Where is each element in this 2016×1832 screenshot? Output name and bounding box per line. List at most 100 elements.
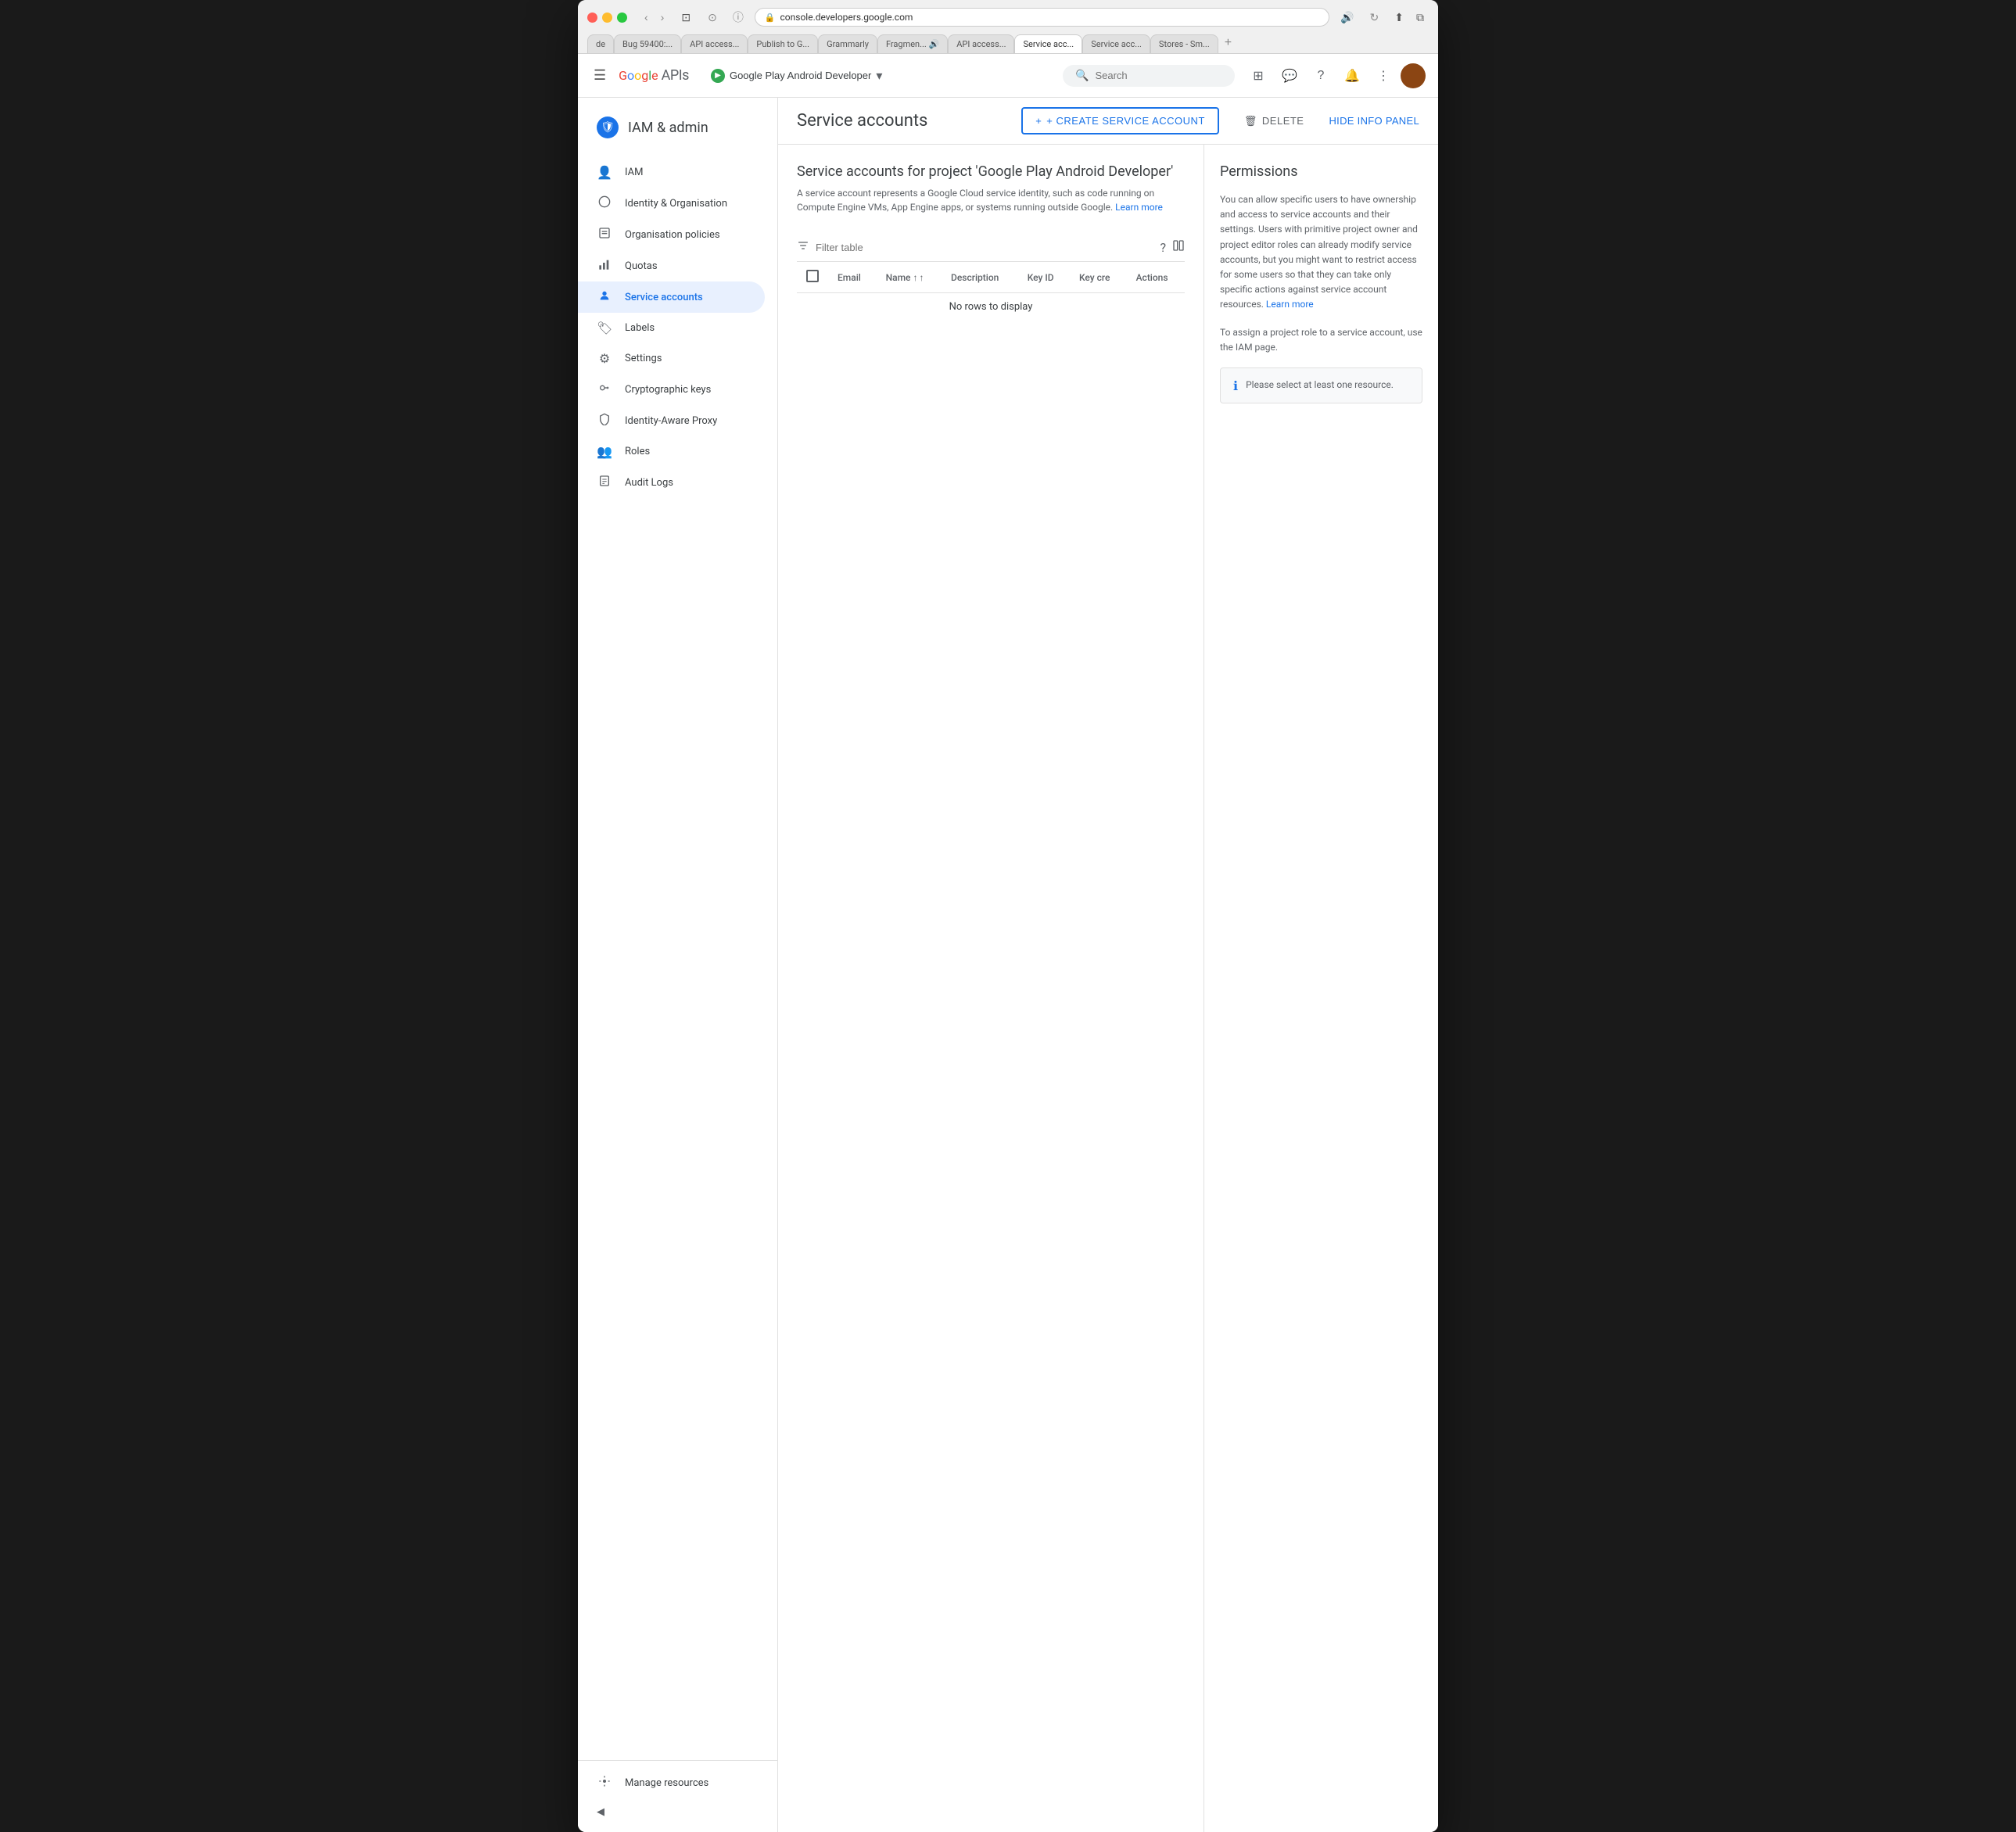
g-letter-yellow: o — [634, 68, 641, 83]
iam-icon: 👤 — [597, 165, 612, 180]
support-button[interactable]: 💬 — [1275, 62, 1304, 90]
labels-icon: 🏷 — [597, 321, 612, 335]
tab-service1[interactable]: Service acc... — [1014, 34, 1082, 53]
create-icon: + — [1035, 115, 1042, 127]
sidebar-item-roles[interactable]: 👥 Roles — [578, 436, 765, 467]
sidebar-item-label: Audit Logs — [625, 477, 673, 489]
service-accounts-icon — [597, 289, 612, 305]
sidebar-item-label: Manage resources — [625, 1777, 708, 1789]
manage-resources-icon — [597, 1775, 612, 1791]
new-tab-button[interactable]: ⧉ — [1412, 9, 1429, 26]
sidebar-item-iam[interactable]: 👤 IAM — [578, 157, 765, 188]
hamburger-menu-button[interactable]: ☰ — [590, 64, 609, 87]
browser-action-btns: ⬆ ⧉ — [1390, 9, 1429, 26]
close-button[interactable] — [587, 13, 597, 23]
tab-overview-button[interactable]: ⊡ — [675, 9, 697, 26]
sidebar-item-crypto-keys[interactable]: Cryptographic keys — [578, 374, 765, 405]
crypto-keys-icon — [597, 382, 612, 397]
filter-table-input[interactable] — [816, 242, 1153, 253]
browser-controls: ‹ › ⊡ ⊙ ⓘ 🔒 console.developers.google.co… — [587, 8, 1429, 27]
create-service-account-button[interactable]: + + CREATE SERVICE ACCOUNT — [1021, 107, 1219, 134]
browser-titlebar: ‹ › ⊡ ⊙ ⓘ 🔒 console.developers.google.co… — [578, 0, 1438, 54]
back-button[interactable]: ‹ — [640, 9, 653, 25]
sidebar-item-labels[interactable]: 🏷 Labels — [578, 313, 765, 343]
sidebar-item-label: Organisation policies — [625, 229, 720, 241]
sidebar-item-label: Cryptographic keys — [625, 384, 711, 396]
reload-page-button[interactable]: ⊙ — [703, 9, 722, 26]
th-checkbox — [797, 262, 828, 293]
org-policies-icon — [597, 227, 612, 242]
tab-grammarly[interactable]: Grammarly — [818, 34, 877, 53]
lock-icon: 🔒 — [765, 13, 776, 23]
refresh-button[interactable]: ↻ — [1365, 9, 1384, 26]
search-box: 🔍 — [1063, 65, 1235, 87]
sidebar-collapse-button[interactable]: ◀ — [578, 1798, 777, 1826]
permissions-panel: Permissions You can allow specific users… — [1204, 145, 1438, 1832]
g-letter-red2: g — [641, 68, 648, 83]
google-apis-logo[interactable]: Google APIs — [619, 67, 689, 84]
sidebar-item-manage-resources[interactable]: Manage resources — [578, 1767, 765, 1798]
sidebar-item-service-accounts[interactable]: Service accounts — [578, 281, 765, 313]
sidebar-item-quotas[interactable]: Quotas — [578, 250, 765, 281]
tab-publish[interactable]: Publish to G... — [748, 34, 818, 53]
project-selector-button[interactable]: ▶ Google Play Android Developer ▾ — [705, 65, 888, 87]
sidebar-title: IAM & admin — [628, 120, 708, 136]
share-button[interactable]: ⬆ — [1390, 9, 1408, 26]
create-label: + CREATE SERVICE ACCOUNT — [1046, 115, 1205, 127]
th-key-id: Key ID — [1018, 262, 1070, 293]
maximize-button[interactable] — [617, 13, 627, 23]
apis-text: APIs — [662, 67, 689, 84]
th-name: Name ↑ ↑ — [877, 262, 942, 293]
browser-window: ‹ › ⊡ ⊙ ⓘ 🔒 console.developers.google.co… — [578, 0, 1438, 1832]
sidebar-item-audit-logs[interactable]: Audit Logs — [578, 467, 765, 498]
hide-info-panel-button[interactable]: HIDE INFO PANEL — [1329, 115, 1419, 127]
forward-button[interactable]: › — [656, 9, 669, 25]
sidebar-item-identity-org[interactable]: Identity & Organisation — [578, 188, 765, 219]
name-sort[interactable]: Name ↑ ↑ — [886, 272, 932, 283]
info-button[interactable]: ⓘ — [728, 8, 748, 27]
select-all-checkbox[interactable] — [806, 270, 819, 282]
minimize-button[interactable] — [602, 13, 612, 23]
content-area: Service accounts + + CREATE SERVICE ACCO… — [778, 98, 1438, 1832]
sidebar-item-org-policies[interactable]: Organisation policies — [578, 219, 765, 250]
sidebar-item-settings[interactable]: ⚙ Settings — [578, 343, 765, 374]
apps-grid-button[interactable]: ⊞ — [1244, 62, 1272, 90]
audio-button[interactable]: 🔊 — [1336, 9, 1358, 26]
notifications-button[interactable]: 🔔 — [1338, 62, 1366, 90]
tab-api2[interactable]: API access... — [948, 34, 1014, 53]
learn-more-link-permissions[interactable]: Learn more — [1266, 299, 1314, 310]
sidebar-item-identity-proxy[interactable]: Identity-Aware Proxy — [578, 405, 765, 436]
avatar[interactable] — [1401, 63, 1426, 88]
url-text: console.developers.google.com — [780, 12, 913, 23]
sidebar-item-label: IAM — [625, 167, 643, 178]
learn-more-link-main[interactable]: Learn more — [1115, 202, 1163, 213]
add-tab-button[interactable]: + — [1218, 33, 1238, 53]
sidebar-bottom: Manage resources ◀ — [578, 1760, 777, 1826]
project-dropdown-icon: ▾ — [876, 68, 882, 84]
tab-service2[interactable]: Service acc... — [1082, 34, 1150, 53]
tab-stores[interactable]: Stores - Sm... — [1150, 34, 1218, 53]
traffic-light — [587, 13, 627, 23]
tab-fragment[interactable]: Fragmen... 🔊 — [877, 34, 948, 53]
delete-icon: 🗑 — [1244, 115, 1257, 127]
search-icon: 🔍 — [1075, 70, 1089, 82]
email-sort[interactable]: Email — [838, 272, 867, 283]
table-help-icon[interactable]: ? — [1160, 240, 1166, 255]
tab-bug[interactable]: Bug 59400:... — [614, 34, 681, 53]
help-button[interactable]: ? — [1307, 62, 1335, 90]
permissions-desc-text: You can allow specific users to have own… — [1220, 194, 1418, 310]
no-rows-message: No rows to display — [797, 293, 1185, 321]
tab-de[interactable]: de — [587, 34, 614, 53]
table-columns-icon[interactable] — [1172, 239, 1185, 255]
sort-arrow-icon: ↑ — [919, 272, 924, 283]
tab-api1[interactable]: API access... — [681, 34, 748, 53]
collapse-icon: ◀ — [597, 1806, 604, 1818]
more-options-button[interactable]: ⋮ — [1369, 62, 1397, 90]
delete-button[interactable]: 🗑 DELETE — [1232, 109, 1317, 134]
address-bar[interactable]: 🔒 console.developers.google.com — [755, 8, 1329, 27]
search-input[interactable] — [1095, 70, 1212, 81]
top-nav: ☰ Google APIs ▶ Google Play Android Deve… — [578, 54, 1438, 98]
content-split: Service accounts for project 'Google Pla… — [778, 145, 1438, 1832]
th-description: Description — [942, 262, 1018, 293]
sidebar-item-label: Identity-Aware Proxy — [625, 415, 717, 427]
